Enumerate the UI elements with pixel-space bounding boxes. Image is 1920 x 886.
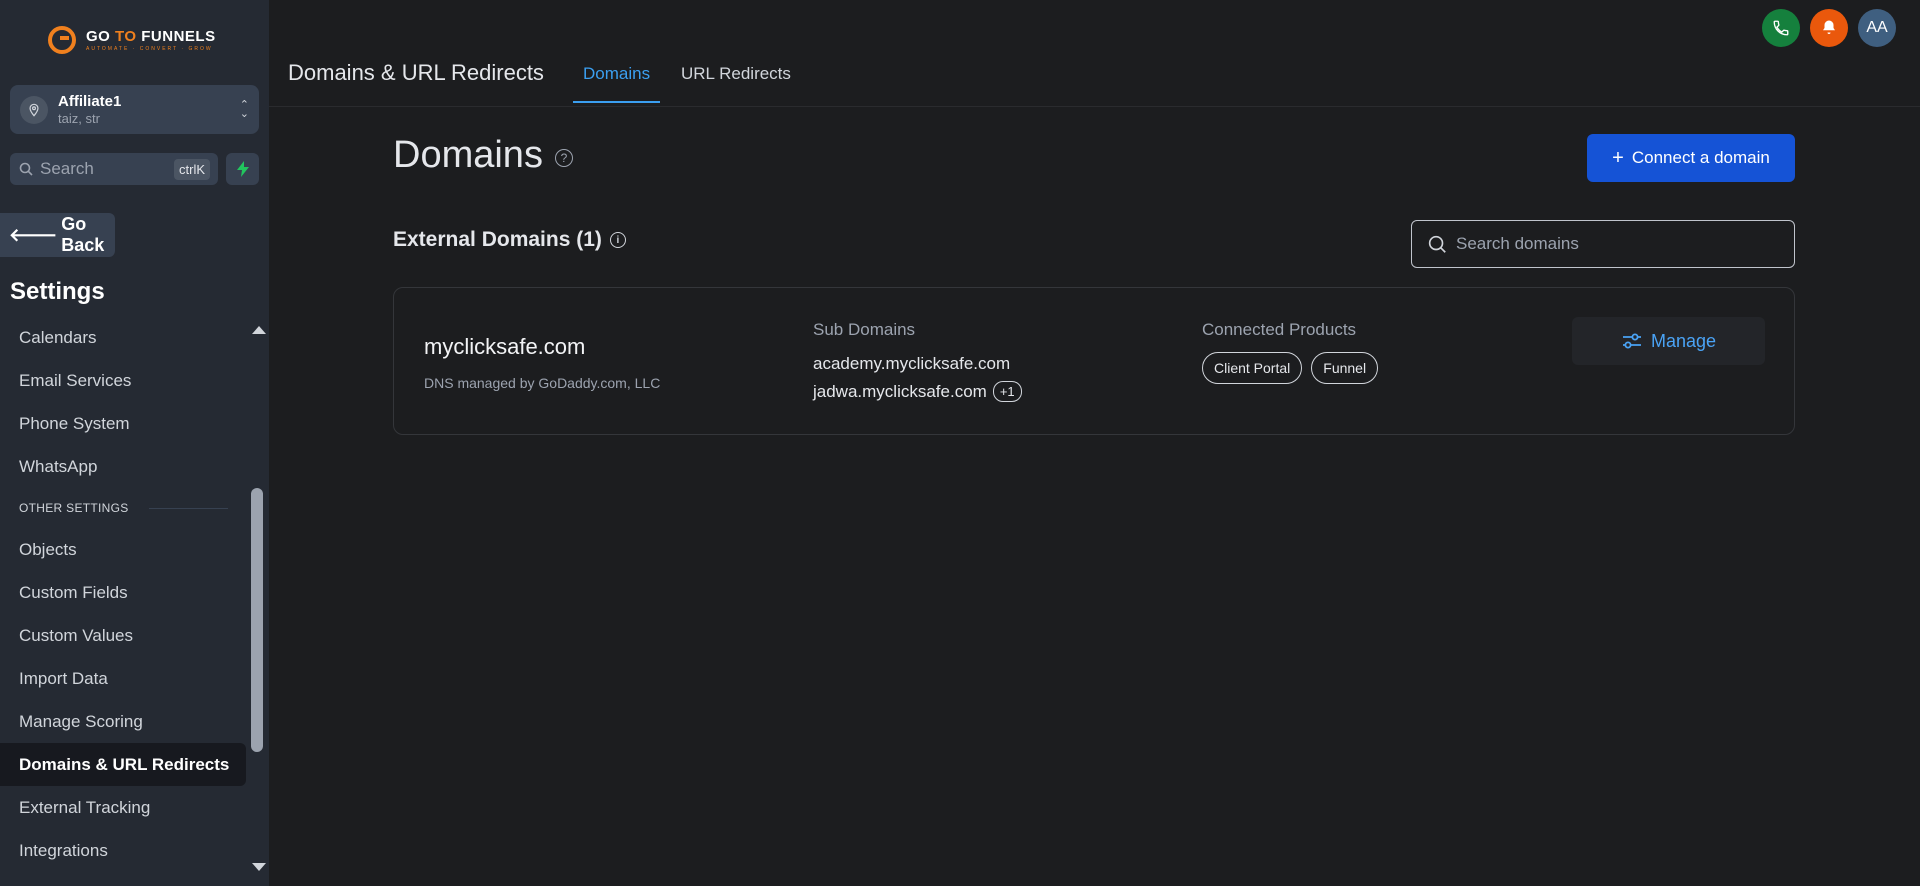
- scroll-thumb[interactable]: [251, 488, 263, 752]
- sub-domain-item: jadwa.myclicksafe.com +1: [813, 381, 1022, 402]
- manage-label: Manage: [1650, 330, 1717, 351]
- arrow-left-icon: 🡐: [9, 224, 58, 245]
- sidebar-scrollbar[interactable]: [250, 326, 266, 874]
- product-tag-funnel: Funnel: [1311, 352, 1379, 384]
- phone-icon: [1773, 20, 1789, 36]
- notifications-button[interactable]: [1810, 9, 1848, 47]
- sidebar-item-external-tracking[interactable]: External Tracking: [0, 786, 250, 829]
- sidebar-item-email-services[interactable]: Email Services: [0, 359, 250, 402]
- domain-search-field[interactable]: [1411, 220, 1795, 268]
- account-name: Affiliate1: [58, 93, 122, 110]
- sidebar-item-objects[interactable]: Objects: [0, 528, 250, 571]
- domains-heading: Domains ?: [393, 134, 573, 177]
- sub-domains-label: Sub Domains: [813, 320, 916, 339]
- connect-domain-label: Connect a domain: [1631, 148, 1770, 167]
- scroll-down-icon[interactable]: [252, 863, 266, 871]
- domain-dns-provider: DNS managed by GoDaddy.com, LLC: [424, 375, 661, 391]
- plus-icon: +: [1612, 146, 1624, 169]
- tab-url-redirects[interactable]: URL Redirects: [681, 64, 791, 103]
- brand-name: GO TO FUNNELS: [86, 28, 216, 45]
- page-title: Domains & URL Redirects: [288, 60, 544, 85]
- sidebar-item-custom-values[interactable]: Custom Values: [0, 614, 250, 657]
- domain-card: myclicksafe.com DNS managed by GoDaddy.c…: [393, 287, 1795, 435]
- phone-button[interactable]: [1762, 9, 1800, 47]
- go-back-button[interactable]: 🡐 Go Back: [0, 213, 115, 257]
- sidebar-item-custom-fields[interactable]: Custom Fields: [0, 571, 250, 614]
- location-pin-icon: [20, 95, 48, 124]
- connected-products-label: Connected Products: [1202, 320, 1357, 339]
- domain-name[interactable]: myclicksafe.com: [424, 334, 585, 360]
- top-actions: AA: [1762, 9, 1896, 47]
- sidebar-item-manage-scoring[interactable]: Manage Scoring: [0, 700, 250, 743]
- domain-search-input[interactable]: [1456, 234, 1780, 254]
- go-back-label: Go Back: [61, 214, 105, 255]
- chevron-updown-icon: ⌃ ⌄: [239, 98, 249, 120]
- settings-heading: Settings: [10, 278, 105, 305]
- sidebar-item-import-data[interactable]: Import Data: [0, 657, 250, 700]
- scroll-up-icon[interactable]: [252, 326, 266, 334]
- quick-actions-button[interactable]: [226, 153, 259, 185]
- help-icon[interactable]: ?: [554, 148, 573, 167]
- search-icon: [1428, 235, 1446, 253]
- user-avatar[interactable]: AA: [1858, 9, 1896, 47]
- lightning-icon: [236, 161, 249, 177]
- info-icon[interactable]: i: [609, 232, 626, 248]
- search-shortcut: ctrlK: [174, 158, 210, 180]
- sidebar-item-integrations[interactable]: Integrations: [0, 829, 250, 872]
- settings-nav: Calendars Email Services Phone System Wh…: [0, 316, 250, 872]
- search-input[interactable]: Search ctrlK: [10, 153, 218, 185]
- manage-button[interactable]: Manage: [1572, 317, 1765, 365]
- brand-tagline: AUTOMATE · CONVERT · GROW: [86, 46, 213, 52]
- sidebar-item-calendars[interactable]: Calendars: [0, 316, 250, 359]
- section-other-settings: OTHER SETTINGS: [0, 488, 250, 528]
- search-icon: [19, 162, 33, 176]
- top-bar: Domains & URL Redirects Domains URL Redi…: [269, 0, 1920, 107]
- brand-logo[interactable]: GO TO FUNNELS AUTOMATE · CONVERT · GROW: [48, 26, 216, 54]
- tab-domains[interactable]: Domains: [573, 64, 661, 103]
- connected-products: Client Portal Funnel: [1202, 352, 1379, 384]
- domains-title: Domains: [393, 134, 543, 176]
- search-label: Search: [40, 159, 94, 178]
- brand-logo-icon: [48, 26, 76, 54]
- external-domains-heading: External Domains (1) i: [393, 228, 626, 252]
- sub-domain-item: academy.myclicksafe.com: [813, 354, 1011, 373]
- sliders-icon: [1622, 333, 1641, 349]
- sidebar-item-domains[interactable]: Domains & URL Redirects: [0, 743, 246, 786]
- account-subtitle: taiz, str: [58, 111, 100, 126]
- product-tag-client-portal: Client Portal: [1202, 352, 1303, 384]
- connect-domain-button[interactable]: + Connect a domain: [1587, 134, 1795, 182]
- bell-icon: [1823, 20, 1835, 34]
- sidebar-item-phone-system[interactable]: Phone System: [0, 402, 250, 445]
- account-switcher[interactable]: Affiliate1 taiz, str ⌃ ⌄: [10, 85, 259, 134]
- sidebar: GO TO FUNNELS AUTOMATE · CONVERT · GROW …: [0, 0, 269, 886]
- more-subdomains-badge[interactable]: +1: [992, 381, 1022, 402]
- sidebar-item-whatsapp[interactable]: WhatsApp: [0, 445, 250, 488]
